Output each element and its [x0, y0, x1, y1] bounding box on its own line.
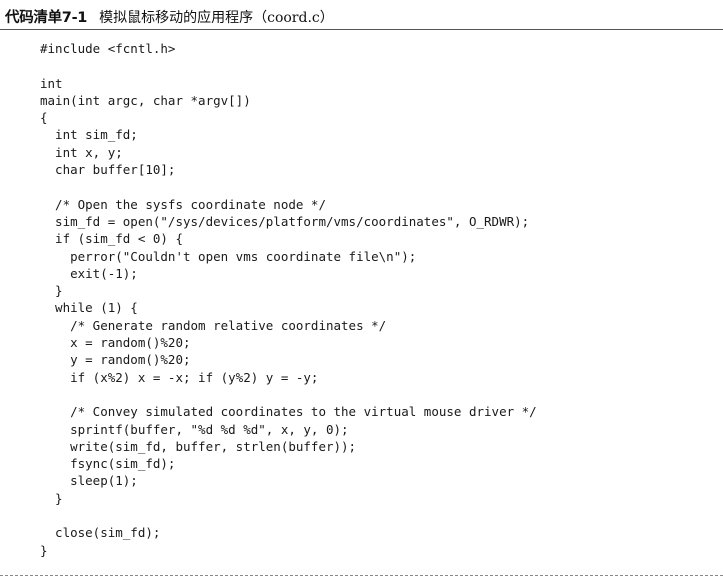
code-line: int sim_fd; [40, 127, 138, 143]
code-line: /* Convey simulated coordinates to the v… [40, 404, 537, 420]
code-line: } [40, 490, 63, 506]
code-line: y = random()%20; [40, 352, 191, 368]
code-line: /* Open the sysfs coordinate node */ [40, 196, 326, 212]
title-divider [0, 29, 723, 30]
code-line: if (x%2) x = -x; if (y%2) y = -y; [40, 369, 319, 385]
listing-caption: 模拟鼠标移动的应用程序（coord.c） [99, 10, 334, 26]
code-line: main(int argc, char *argv[]) [40, 92, 251, 108]
code-line: } [40, 283, 63, 299]
code-line: close(sim_fd); [40, 525, 161, 541]
code-line: write(sim_fd, buffer, strlen(buffer)); [40, 438, 357, 454]
code-line: while (1) { [40, 300, 138, 316]
code-line: /* Generate random relative coordinates … [40, 317, 387, 333]
code-line: char buffer[10]; [40, 162, 176, 178]
code-line: #include <fcntl.h> [40, 41, 176, 56]
bottom-divider [0, 575, 723, 576]
code-line: int x, y; [40, 144, 123, 160]
code-line: fsync(sim_fd); [40, 456, 176, 472]
listing-number: 代码清单7-1 [5, 10, 88, 26]
code-line: x = random()%20; [40, 335, 191, 351]
code-line: int [40, 75, 63, 91]
code-line: sim_fd = open("/sys/devices/platform/vms… [40, 213, 530, 229]
code-line: sprintf(buffer, "%d %d %d", x, y, 0); [40, 421, 349, 437]
code-line: exit(-1); [40, 265, 138, 281]
listing-title: 代码清单7-1 模拟鼠标移动的应用程序（coord.c） [5, 6, 720, 30]
code-line: if (sim_fd < 0) { [40, 231, 183, 247]
code-listing: #include <fcntl.h> int main(int argc, char… [40, 40, 710, 559]
code-line: } [40, 542, 48, 558]
code-line: sleep(1); [40, 473, 138, 489]
code-line: { [40, 110, 48, 126]
code-line: perror("Couldn't open vms coordinate fil… [40, 248, 417, 264]
